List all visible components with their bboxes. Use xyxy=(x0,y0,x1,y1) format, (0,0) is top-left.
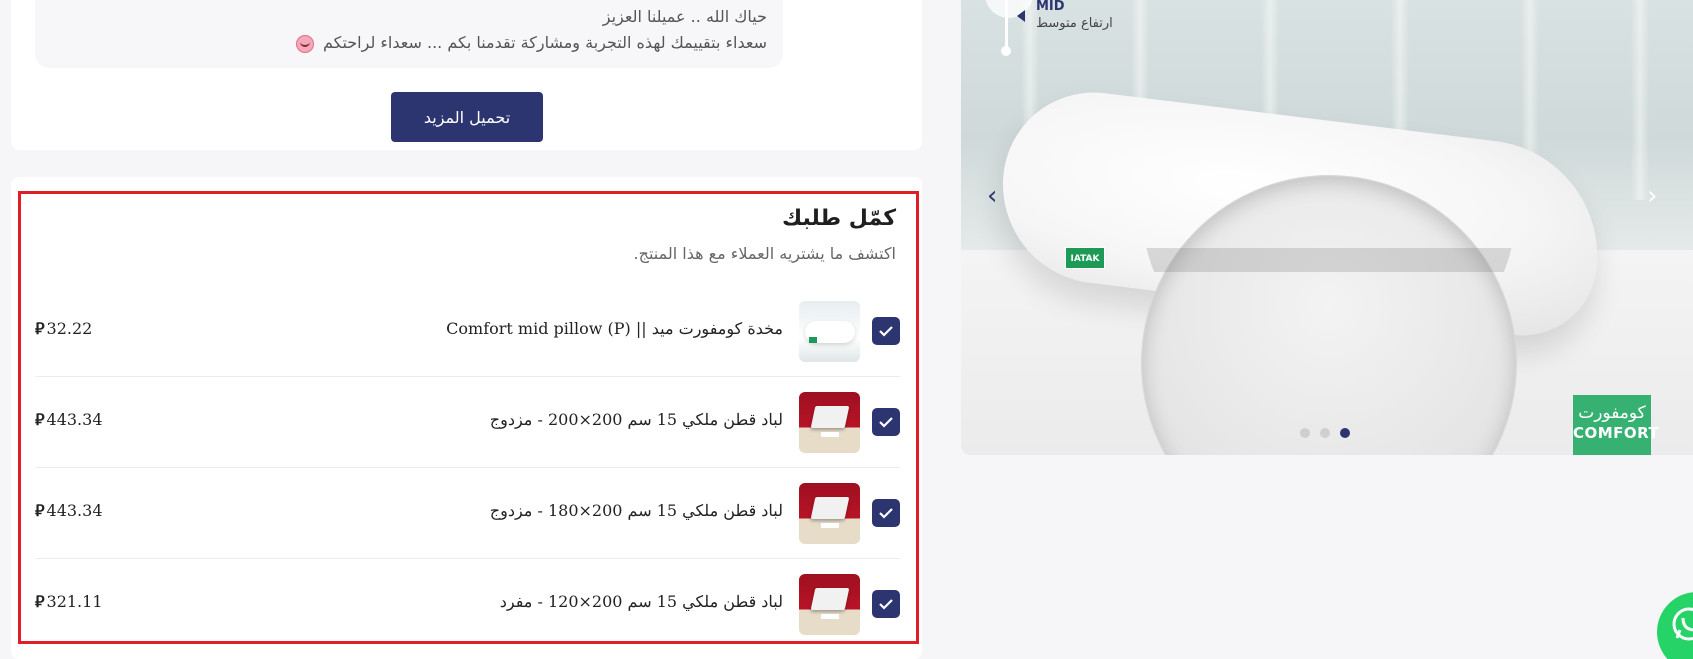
height-sublabel: ارتفاع متوسط xyxy=(1036,16,1113,31)
heart-eyes-emoji-icon xyxy=(295,34,314,53)
upsell-checkbox[interactable] xyxy=(872,317,900,345)
product-price-value: 32.22 xyxy=(46,319,93,338)
upsell-checkbox[interactable] xyxy=(872,590,900,618)
product-title[interactable]: لباد قطن ملكي 15 سم 200×120 - مفرد xyxy=(500,592,783,611)
riyal-currency-icon: ⃁ xyxy=(35,592,45,611)
upsell-item: لباد قطن ملكي 15 سم 200×200 - مزدوج ⃁ 443… xyxy=(35,377,900,468)
checkmark-icon xyxy=(879,326,893,337)
review-comment: حياك الله .. عميلنا العزيز سعداء بتقييمك… xyxy=(35,0,783,68)
height-indicator-arrow-icon xyxy=(1017,10,1025,22)
comfort-brand-logo: كومفورت COMFORT xyxy=(1573,395,1660,455)
height-label: MID xyxy=(1036,0,1065,14)
complete-order-title: كمّل طلبك xyxy=(781,206,896,231)
whatsapp-icon xyxy=(1672,607,1693,641)
chevron-left-icon[interactable]: ‹ xyxy=(987,183,1007,209)
curtain-fold xyxy=(1631,0,1649,200)
checkmark-icon xyxy=(879,417,893,428)
load-more-button[interactable]: تحميل المزيد xyxy=(391,92,543,142)
product-price: ⃁ 32.22 xyxy=(35,319,92,339)
product-image-gallery[interactable]: IATAK ‹ › كومفورت COMFORT xyxy=(961,0,1693,455)
product-title[interactable]: لباد قطن ملكي 15 سم 200×180 - مزدوج xyxy=(490,501,783,520)
product-thumbnail[interactable] xyxy=(799,574,860,635)
product-price: ⃁ 443.34 xyxy=(35,501,103,521)
pillow-brand-tag: IATAK xyxy=(1065,247,1105,269)
product-thumbnail[interactable] xyxy=(799,483,860,544)
review-text-line-2: سعداء بتقييمك لهذه التجربة ومشاركة تقدمن… xyxy=(51,30,767,56)
slide-dot[interactable] xyxy=(1320,428,1330,438)
height-indicator-line xyxy=(1005,0,1008,50)
product-price-value: 321.11 xyxy=(46,592,103,611)
slide-dot-active[interactable] xyxy=(1340,428,1350,438)
zoom-lens-shadow xyxy=(1141,248,1517,272)
whatsapp-chat-button[interactable] xyxy=(1657,592,1693,659)
riyal-currency-icon: ⃁ xyxy=(35,319,45,338)
product-thumbnail[interactable] xyxy=(799,301,860,362)
product-price-value: 443.34 xyxy=(46,410,103,429)
review-text-line-2-text: سعداء بتقييمك لهذه التجربة ومشاركة تقدمن… xyxy=(322,33,767,52)
slide-indicators xyxy=(1300,423,1360,442)
riyal-currency-icon: ⃁ xyxy=(35,410,45,429)
reviews-card: حياك الله .. عميلنا العزيز سعداء بتقييمك… xyxy=(11,0,922,150)
upsell-checkbox[interactable] xyxy=(872,408,900,436)
riyal-currency-icon: ⃁ xyxy=(35,501,45,520)
checkmark-icon xyxy=(879,508,893,519)
product-title[interactable]: لباد قطن ملكي 15 سم 200×200 - مزدوج xyxy=(490,410,783,429)
checkmark-icon xyxy=(879,599,893,610)
comfort-logo-arabic: كومفورت xyxy=(1578,403,1646,423)
slide-dot[interactable] xyxy=(1300,428,1310,438)
complete-order-box: كمّل طلبك اكتشف ما يشتريه العملاء مع هذا… xyxy=(18,191,919,644)
upsell-checkbox[interactable] xyxy=(872,499,900,527)
product-price: ⃁ 443.34 xyxy=(35,410,103,430)
upsell-item: لباد قطن ملكي 15 سم 200×120 - مفرد ⃁ 321.… xyxy=(35,559,900,650)
upsell-item: لباد قطن ملكي 15 سم 200×180 - مزدوج ⃁ 443… xyxy=(35,468,900,559)
complete-order-subtitle: اكتشف ما يشتريه العملاء مع هذا المنتج. xyxy=(633,244,896,263)
product-price-value: 443.34 xyxy=(46,501,103,520)
upsell-item: مخدة كومفورت ميد || Comfort mid pillow (… xyxy=(35,286,900,377)
product-thumbnail[interactable] xyxy=(799,392,860,453)
product-title[interactable]: مخدة كومفورت ميد || Comfort mid pillow (… xyxy=(446,319,783,338)
height-indicator-dot xyxy=(1001,46,1011,56)
comfort-logo-english: COMFORT xyxy=(1573,424,1660,442)
upsell-list: مخدة كومفورت ميد || Comfort mid pillow (… xyxy=(35,286,900,650)
product-price: ⃁ 321.11 xyxy=(35,592,103,612)
review-text-line-1: حياك الله .. عميلنا العزيز xyxy=(602,7,767,26)
chevron-right-icon[interactable]: › xyxy=(1647,183,1667,209)
